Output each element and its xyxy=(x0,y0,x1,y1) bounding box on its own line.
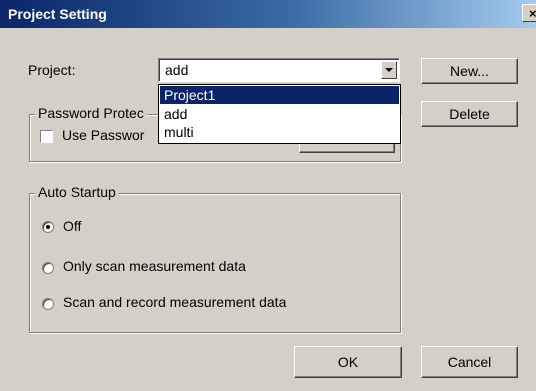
use-password-checkbox[interactable] xyxy=(40,130,53,143)
dropdown-option-project1[interactable]: Project1 xyxy=(160,86,399,104)
ok-button[interactable]: OK xyxy=(294,346,402,378)
window-title: Project Setting xyxy=(8,6,107,22)
new-button[interactable]: New... xyxy=(421,58,518,84)
close-icon: × xyxy=(529,6,536,21)
radio-off-label: Off xyxy=(63,218,82,234)
radio-scan-record[interactable] xyxy=(42,298,54,310)
auto-startup-legend: Auto Startup xyxy=(35,184,119,200)
project-label: Project: xyxy=(28,62,76,78)
radio-scan-record-label: Scan and record measurement data xyxy=(63,294,287,310)
dropdown-option-multi[interactable]: multi xyxy=(160,123,399,141)
title-bar[interactable]: Project Setting × xyxy=(0,0,536,28)
radio-off[interactable] xyxy=(42,221,54,233)
project-dropdown-list[interactable]: Project1 add multi xyxy=(158,84,401,144)
cancel-button[interactable]: Cancel xyxy=(421,346,518,378)
chevron-down-icon[interactable] xyxy=(381,61,397,79)
use-password-label: Use Passwor xyxy=(62,127,145,143)
project-combobox[interactable]: add xyxy=(158,58,400,82)
project-selected-value: add xyxy=(165,62,189,78)
delete-button[interactable]: Delete xyxy=(421,101,518,127)
radio-only-scan[interactable] xyxy=(42,262,54,274)
close-button[interactable]: × xyxy=(522,4,536,22)
radio-only-scan-label: Only scan measurement data xyxy=(63,258,246,274)
password-group-legend: Password Protec xyxy=(35,105,147,121)
dropdown-option-add[interactable]: add xyxy=(160,105,399,123)
